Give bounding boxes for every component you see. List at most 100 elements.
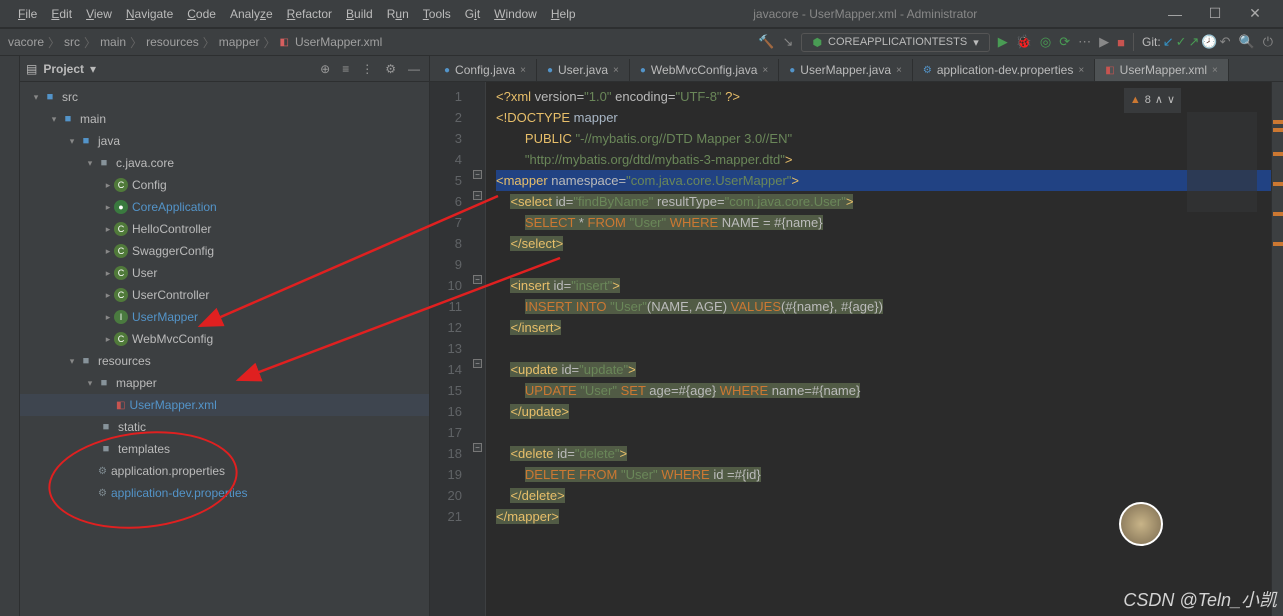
hammer-icon[interactable]: 🔨 — [758, 34, 774, 50]
error-stripe[interactable] — [1271, 82, 1283, 616]
chevron-down-icon[interactable]: ▾ — [90, 62, 96, 76]
spring-boot-icon: ● — [114, 200, 128, 214]
tree-coreapp[interactable]: CoreApplication — [132, 200, 217, 214]
bc-src[interactable]: src — [64, 35, 80, 49]
tree-config[interactable]: Config — [132, 178, 167, 192]
run-config-label: COREAPPLICATIONTESTS — [828, 36, 967, 48]
fold-handle[interactable]: − — [473, 275, 482, 284]
tab-usermapper-java[interactable]: ●UserMapper.java× — [779, 59, 913, 81]
search-icon[interactable]: 🔍 — [1239, 34, 1255, 50]
left-tool-rail[interactable] — [0, 56, 20, 616]
tab-appdevprops[interactable]: ⚙application-dev.properties× — [913, 59, 1095, 81]
bc-resources[interactable]: resources — [146, 35, 199, 49]
coverage-icon[interactable]: ◎ — [1040, 34, 1051, 50]
project-panel-title[interactable]: Project — [43, 62, 84, 76]
tab-user[interactable]: ●User.java× — [537, 59, 630, 81]
git-history-icon[interactable]: 🕗 — [1201, 34, 1217, 50]
tab-webmvc[interactable]: ●WebMvcConfig.java× — [630, 59, 779, 81]
fold-handle[interactable]: − — [473, 443, 482, 452]
build-icon[interactable]: ↘ — [783, 34, 794, 50]
tab-config[interactable]: ●Config.java× — [434, 59, 537, 81]
tree-appprops[interactable]: application.properties — [111, 464, 225, 478]
tree-appdevprops[interactable]: application-dev.properties — [111, 486, 248, 500]
tree-java[interactable]: java — [98, 134, 120, 148]
tree-webmvc[interactable]: WebMvcConfig — [132, 332, 213, 346]
git-commit-icon[interactable]: ✓ — [1176, 34, 1187, 50]
menu-git[interactable]: Git — [465, 7, 480, 21]
close-icon[interactable]: × — [896, 65, 902, 76]
tab-usermapper-xml[interactable]: ◧UserMapper.xml× — [1095, 59, 1229, 81]
maximize-button[interactable]: ☐ — [1195, 5, 1235, 22]
menu-window[interactable]: Window — [494, 7, 537, 21]
menu-help[interactable]: Help — [551, 7, 576, 21]
line-number-gutter[interactable]: 123456789101112131415161718192021 — [430, 82, 470, 616]
tree-resources[interactable]: resources — [98, 354, 151, 368]
profile-icon[interactable]: ⟳ — [1059, 34, 1070, 50]
minimize-button[interactable]: — — [1155, 6, 1195, 22]
chevron-down-icon[interactable]: ∨ — [1167, 90, 1175, 111]
close-icon[interactable]: × — [762, 65, 768, 76]
tree-swagger[interactable]: SwaggerConfig — [132, 244, 214, 258]
warning-icon: ▲ — [1130, 90, 1141, 111]
interface-icon: I — [114, 310, 128, 324]
menu-code[interactable]: Code — [187, 7, 216, 21]
settings-icon[interactable]: ⏻ — [1263, 34, 1273, 50]
close-icon[interactable]: × — [1212, 65, 1218, 76]
bc-main[interactable]: main — [100, 35, 126, 49]
close-icon[interactable]: × — [613, 65, 619, 76]
expand-all-icon[interactable]: ≡ — [339, 62, 352, 76]
gear-icon[interactable]: ⚙ — [382, 62, 399, 76]
close-icon[interactable]: × — [1078, 65, 1084, 76]
hide-panel-icon[interactable]: — — [405, 62, 423, 76]
title-bar: File Edit View Navigate Code Analyze Ref… — [0, 0, 1283, 28]
fold-handle[interactable]: − — [473, 170, 482, 179]
menu-file[interactable]: File — [18, 7, 37, 21]
menu-analyze[interactable]: Analyze — [230, 7, 273, 21]
step-icon[interactable]: ▶ — [1099, 34, 1109, 50]
inspection-widget[interactable]: ▲8∧∨ — [1124, 88, 1181, 113]
xml-file-icon: ◧ — [280, 37, 289, 48]
stop-icon[interactable]: ■ — [1117, 35, 1125, 50]
resources-folder-icon: ■ — [78, 355, 94, 367]
tree-usermapper[interactable]: UserMapper — [132, 310, 198, 324]
fold-gutter[interactable]: − − − − − — [470, 82, 486, 616]
run-icon[interactable]: ▶ — [998, 34, 1008, 50]
tree-hello[interactable]: HelloController — [132, 222, 211, 236]
bc-mapper[interactable]: mapper — [219, 35, 260, 49]
git-update-icon[interactable]: ↙ — [1163, 34, 1174, 50]
close-button[interactable]: ✕ — [1235, 5, 1275, 22]
bc-file[interactable]: UserMapper.xml — [295, 35, 382, 49]
run-config-selector[interactable]: ⬢ COREAPPLICATIONTESTS ▾ — [801, 33, 989, 52]
tree-static[interactable]: static — [118, 420, 146, 434]
menu-tools[interactable]: Tools — [423, 7, 451, 21]
fold-handle[interactable]: − — [473, 191, 482, 200]
menu-refactor[interactable]: Refactor — [287, 7, 332, 21]
debug-icon[interactable]: 🐞 — [1016, 34, 1032, 50]
collapse-all-icon[interactable]: ⋮ — [358, 62, 376, 76]
git-push-icon[interactable]: ↗ — [1189, 34, 1200, 50]
tree-src[interactable]: src — [62, 90, 78, 104]
menu-navigate[interactable]: Navigate — [126, 7, 173, 21]
tree-templates[interactable]: templates — [118, 442, 170, 456]
class-icon: C — [114, 178, 128, 192]
tree-usermapperxml[interactable]: UserMapper.xml — [129, 398, 216, 412]
bc-project[interactable]: vacore — [8, 35, 44, 49]
tree-pkg[interactable]: c.java.core — [116, 156, 174, 170]
tree-mapper[interactable]: mapper — [116, 376, 157, 390]
project-tree[interactable]: ▾■src ▾■main ▾■java ▾■c.java.core ▸CConf… — [20, 82, 429, 508]
menu-build[interactable]: Build — [346, 7, 373, 21]
menu-view[interactable]: View — [86, 7, 112, 21]
tree-userctrl[interactable]: UserController — [132, 288, 209, 302]
git-revert-icon[interactable]: ↶ — [1220, 34, 1231, 50]
select-opened-icon[interactable]: ⊕ — [317, 62, 333, 76]
menu-edit[interactable]: Edit — [51, 7, 72, 21]
java-file-icon: ● — [444, 65, 450, 76]
fold-handle[interactable]: − — [473, 359, 482, 368]
chevron-up-icon[interactable]: ∧ — [1155, 90, 1163, 111]
attach-icon[interactable]: ⋯ — [1078, 34, 1091, 50]
menu-run[interactable]: Run — [387, 7, 409, 21]
code-minimap[interactable] — [1187, 112, 1257, 212]
tree-user[interactable]: User — [132, 266, 157, 280]
tree-main[interactable]: main — [80, 112, 106, 126]
close-icon[interactable]: × — [520, 65, 526, 76]
